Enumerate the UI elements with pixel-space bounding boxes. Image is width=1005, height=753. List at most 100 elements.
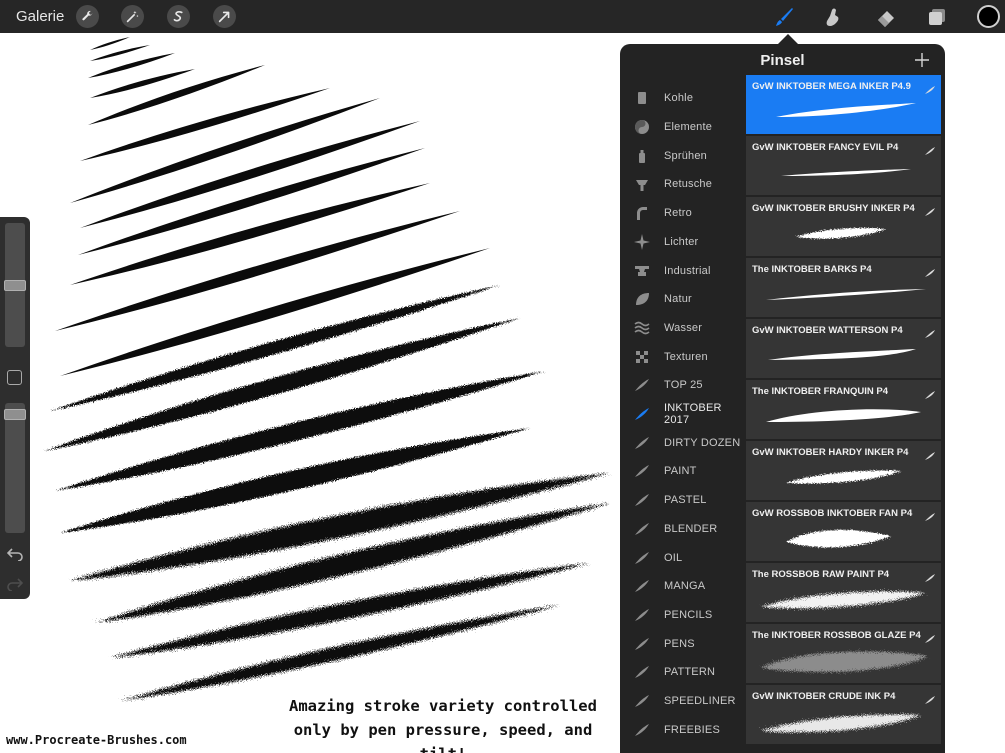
anvil-icon [634,263,650,279]
brush-category-label: INKTOBER 2017 [664,402,722,427]
airbrush-icon [634,176,650,192]
brush-category-label: DIRTY DOZEN [664,436,741,449]
brush-category-item[interactable]: BLENDER [620,515,745,544]
caption-text: Amazing stroke variety controlled only b… [268,694,618,753]
brush-stroke-icon [925,569,935,582]
brush-item[interactable]: GvW INKTOBER HARDY INKER P4 [746,441,941,500]
brush-category-label: Retro [664,207,692,220]
brush-stroke-icon [925,691,935,704]
sparkle-icon [634,233,650,250]
modify-button[interactable] [7,370,22,385]
brush-item[interactable]: GvW ROSSBOB INKTOBER FAN P4 [746,502,941,561]
panel-pointer [778,34,798,44]
brush-category-label: PATTERN [664,666,716,679]
ink-stroke [88,53,175,78]
brush-item[interactable]: The INKTOBER BARKS P4 [746,258,941,317]
brush-category-label: OIL [664,551,683,564]
checker-icon [634,349,650,365]
brush-item[interactable]: GvW INKTOBER WATTERSON P4 [746,319,941,378]
brush-category-item[interactable]: Wasser [620,314,745,343]
brush-category-item[interactable]: Retro [620,199,745,228]
ink-stroke [90,37,130,50]
opacity-slider[interactable] [4,403,26,533]
brush-item[interactable]: GvW INKTOBER MEGA INKER P4.9 [746,75,941,134]
brush-category-label: Retusche [664,178,713,191]
brush-stroke-icon [634,722,650,738]
brush-item[interactable]: GvW INKTOBER CRUDE INK P4 [746,685,941,744]
brush-category-item[interactable]: PENS [620,629,745,658]
brush-item[interactable]: The INKTOBER ROSSBOB GLAZE P4 [746,624,941,683]
brush-item[interactable]: GvW INKTOBER BRUSHY INKER P4 [746,197,941,256]
transform-arrow-icon[interactable] [213,5,236,28]
brush-category-item[interactable]: Texturen [620,342,745,371]
brush-list: GvW INKTOBER MEGA INKER P4.9 GvW INKTOBER… [746,75,942,753]
brush-category-item[interactable]: Elemente [620,113,745,142]
layers-icon[interactable] [925,5,949,29]
brush-name: GvW INKTOBER BRUSHY INKER P4 [752,203,915,214]
brush-size-slider[interactable] [4,223,26,347]
brush-item[interactable]: GvW INKTOBER FANCY EVIL P4 [746,136,941,195]
brush-category-label: Sprühen [664,149,707,162]
smudge-icon[interactable] [820,5,844,29]
brush-category-item[interactable]: Industrial [620,256,745,285]
brush-category-item[interactable]: PAINT [620,457,745,486]
brush-category-item[interactable]: TOP 25 [620,371,745,400]
brush-category-item[interactable]: PATTERN [620,658,745,687]
brush-category-item[interactable]: Natur [620,285,745,314]
brush-category-item[interactable]: INKTOBER 2017 [620,400,745,429]
undo-icon[interactable] [7,547,23,561]
charcoal-icon [634,90,650,106]
brush-stroke-preview [756,581,931,619]
brush-name: The INKTOBER BARKS P4 [752,264,872,275]
brush-name: The INKTOBER ROSSBOB GLAZE P4 [752,630,921,641]
brush-library-panel: Pinsel Kohle Elemente Sprühen Retusche Retro… [620,44,945,753]
brush-category-item[interactable]: Retusche [620,170,745,199]
brush-category-label: BLENDER [664,522,718,535]
brush-stroke-icon [634,377,650,393]
brush-category-item[interactable]: PASTEL [620,486,745,515]
brush-size-slider-thumb[interactable] [4,280,26,291]
brush-category-label: MANGA [664,580,706,593]
selection-icon[interactable] [167,5,190,28]
eraser-icon[interactable] [874,5,898,29]
brush-stroke-icon [925,630,935,643]
color-picker-button[interactable] [977,5,1000,28]
leaf-icon [634,291,650,307]
opacity-slider-thumb[interactable] [4,409,26,420]
magic-wand-icon[interactable] [121,5,144,28]
brush-category-item[interactable]: Kohle [620,84,745,113]
brush-stroke-icon [634,578,650,594]
brush-category-item[interactable]: OIL [620,543,745,572]
brush-category-label: TOP 25 [664,379,703,392]
wrench-icon[interactable] [76,5,99,28]
brush-category-item[interactable]: SPEEDLINER [620,687,745,716]
brush-name: GvW INKTOBER CRUDE INK P4 [752,691,896,702]
brush-category-list: Kohle Elemente Sprühen Retusche Retro Lichter… [620,84,745,753]
waves-icon [634,320,650,336]
redo-icon[interactable] [7,577,23,591]
brush-stroke-icon [634,607,650,623]
brush-category-item[interactable]: MANGA [620,572,745,601]
brush-category-label: FREEBIES [664,723,721,736]
brush-category-item[interactable]: FREEBIES [620,715,745,744]
brush-stroke-preview [756,398,931,436]
brush-category-item[interactable]: PENCILS [620,601,745,630]
brush-name: GvW INKTOBER FANCY EVIL P4 [752,142,899,153]
plus-icon[interactable] [913,51,931,69]
brush-stroke-icon [634,636,650,652]
brush-name: GvW INKTOBER WATTERSON P4 [752,325,903,336]
brush-name: GvW ROSSBOB INKTOBER FAN P4 [752,508,913,519]
brush-category-label: PAINT [664,465,697,478]
brush-category-item[interactable]: Lichter [620,228,745,257]
brush-stroke-icon [634,664,650,680]
gallery-button[interactable]: Galerie [16,8,64,25]
brush-name: GvW INKTOBER MEGA INKER P4.9 [752,81,911,92]
brush-category-item[interactable]: Sprühen [620,141,745,170]
brush-stroke-preview [756,215,931,253]
procreate-app: Galerie Amazing stroke variety controlle… [0,0,1005,753]
brush-category-item[interactable]: DIRTY DOZEN [620,428,745,457]
brush-item[interactable]: The INKTOBER FRANQUIN P4 [746,380,941,439]
brush-item[interactable]: The ROSSBOB RAW PAINT P4 [746,563,941,622]
brush-category-label: PENS [664,637,695,650]
brush-icon[interactable] [772,5,796,29]
